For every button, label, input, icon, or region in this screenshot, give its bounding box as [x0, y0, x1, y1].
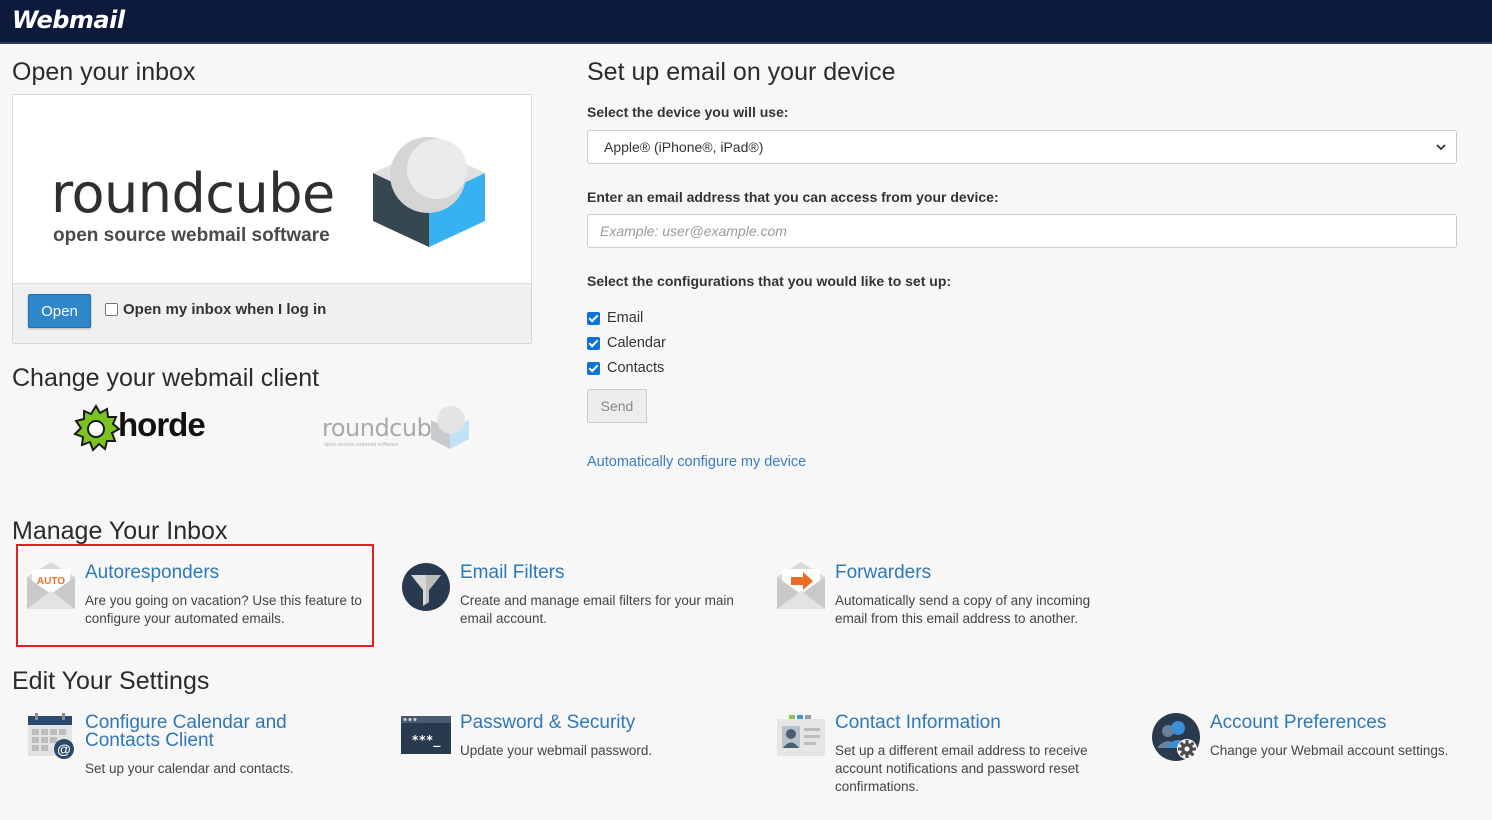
forwarders-desc: Automatically send a copy of any incomin… — [835, 593, 1091, 626]
contact-information-desc: Set up a different email address to rece… — [835, 743, 1088, 794]
chevron-down-icon — [1436, 144, 1446, 151]
user-settings-icon[interactable] — [1151, 712, 1201, 762]
calendar-contacts-desc: Set up your calendar and contacts. — [85, 761, 294, 776]
auto-configure-link[interactable]: Automatically configure my device — [587, 454, 806, 470]
checkbox-box[interactable] — [105, 303, 118, 316]
manage-inbox-heading: Manage Your Inbox — [12, 517, 228, 545]
open-on-login-checkbox[interactable]: Open my inbox when I log in — [105, 301, 326, 318]
auto-badge: AUTO — [37, 576, 65, 587]
config-contacts-label: Contacts — [607, 360, 665, 376]
forwarders-link[interactable]: Forwarders — [835, 563, 931, 582]
roundcube-cube-icon — [373, 137, 485, 247]
roundcube-client-link[interactable]: roundcube open source webmail software — [322, 404, 472, 452]
password-mask: ***_ — [412, 733, 442, 748]
open-inbox-button[interactable]: Open — [28, 294, 91, 328]
open-on-login-label: Open my inbox when I log in — [123, 301, 327, 318]
config-calendar-checkbox[interactable]: Calendar — [587, 335, 666, 351]
account-preferences-link[interactable]: Account Preferences — [1210, 713, 1386, 732]
calendar-contacts-link[interactable]: Configure Calendar and Contacts Client — [85, 713, 345, 750]
autoresponders-desc: Are you going on vacation? Use this feat… — [85, 593, 362, 626]
password-icon[interactable]: ***_ — [401, 716, 451, 754]
webmail-logo[interactable]: Webmail — [12, 6, 125, 34]
config-contacts-checkbox[interactable]: Contacts — [587, 360, 664, 376]
roundcube-small-cube-icon — [431, 406, 469, 449]
roundcube-card-footer: Open Open my inbox when I log in — [13, 283, 531, 343]
horde-client-link[interactable]: horde — [72, 404, 212, 452]
setup-heading: Set up email on your device — [587, 58, 896, 86]
email-filters-desc: Create and manage email filters for your… — [460, 593, 734, 626]
roundcube-logo-text: roundcube — [51, 162, 335, 225]
roundcube-logo-subtitle: open source webmail software — [53, 225, 330, 246]
device-select-value: Apple® (iPhone®, iPad®) — [604, 139, 764, 155]
contact-card-icon[interactable] — [776, 715, 826, 757]
roundcube-small-label: roundcube — [322, 414, 446, 442]
contact-information-link[interactable]: Contact Information — [835, 713, 1001, 732]
open-inbox-heading: Open your inbox — [12, 58, 196, 86]
top-bar: Webmail — [0, 0, 1492, 44]
config-label: Select the configurations that you would… — [587, 273, 952, 289]
horde-gear-icon — [73, 404, 120, 452]
checkbox-checked[interactable] — [587, 361, 600, 375]
roundcube-card: roundcube open source webmail software O… — [12, 94, 532, 344]
password-security-desc: Update your webmail password. — [460, 743, 653, 758]
account-preferences-desc: Change your Webmail account settings. — [1210, 743, 1449, 758]
roundcube-small-subtitle: open source webmail software — [324, 442, 399, 448]
filter-icon[interactable] — [401, 562, 451, 612]
password-security-link[interactable]: Password & Security — [460, 713, 635, 732]
autoresponders-link[interactable]: Autoresponders — [85, 563, 219, 582]
device-email-input[interactable]: Example: user@example.com — [587, 214, 1457, 248]
checkbox-checked[interactable] — [587, 336, 600, 350]
change-client-heading: Change your webmail client — [12, 364, 320, 392]
device-label: Select the device you will use: — [587, 104, 789, 120]
config-email-label: Email — [607, 310, 644, 326]
svg-text:@: @ — [57, 741, 71, 757]
horde-label: horde — [118, 406, 206, 443]
autoresponder-icon[interactable]: AUTO — [26, 561, 76, 611]
email-filters-link[interactable]: Email Filters — [460, 563, 565, 582]
email-label: Enter an email address that you can acce… — [587, 189, 999, 205]
send-button[interactable]: Send — [587, 389, 647, 423]
device-select[interactable]: Apple® (iPhone®, iPad®) — [587, 130, 1457, 164]
checkbox-checked[interactable] — [587, 311, 600, 325]
config-calendar-label: Calendar — [607, 335, 666, 351]
calendar-icon[interactable]: @ — [27, 713, 75, 759]
forwarder-icon[interactable] — [776, 561, 826, 611]
config-email-checkbox[interactable]: Email — [587, 310, 643, 326]
edit-settings-heading: Edit Your Settings — [12, 667, 210, 695]
